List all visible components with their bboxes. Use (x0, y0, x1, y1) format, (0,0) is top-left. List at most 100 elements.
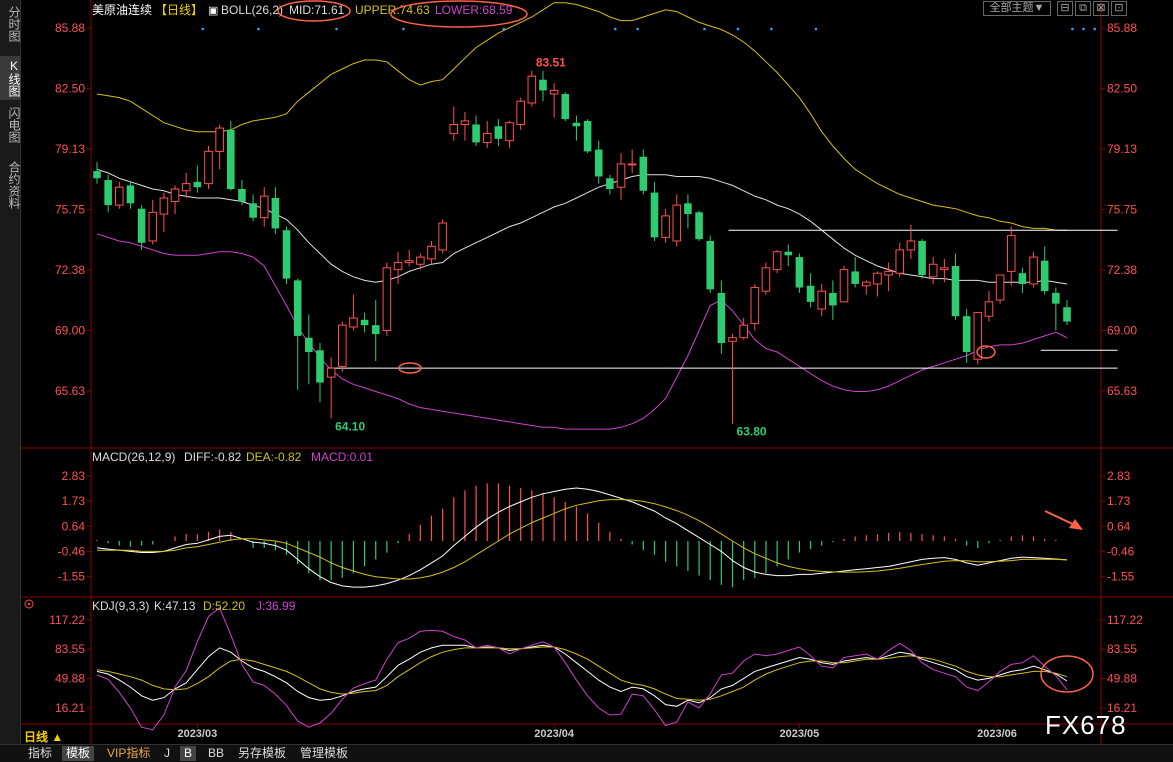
tab-bb[interactable]: BB (204, 746, 228, 761)
candle-body-up (895, 249, 905, 274)
candle-body-down (806, 285, 815, 302)
watermark-logo: FX678 (1045, 710, 1127, 740)
right-tick-label: 1.73 (1107, 494, 1131, 508)
tab-save-template[interactable]: 另存模板 (234, 746, 290, 761)
signal-marker (1093, 27, 1097, 31)
boll-upper: UPPER:74.63 (355, 3, 430, 17)
candle-body-down (962, 316, 971, 353)
left-tick-label: 117.22 (49, 613, 85, 627)
candle-body-down (249, 203, 257, 218)
tab-flash[interactable]: 闪电图 (0, 103, 21, 147)
signal-marker (736, 27, 740, 31)
period-selector[interactable]: 日线 ▲ (24, 728, 63, 745)
kdj-settings-icon-dot (27, 602, 31, 606)
tab-indicators[interactable]: 指标 (24, 746, 56, 761)
right-tick-label: 72.38 (1107, 263, 1137, 277)
price-annotation: 63.80 (737, 425, 767, 439)
x-tick-label: 2023/03 (177, 728, 217, 740)
candle-body-up (862, 281, 871, 287)
left-tick-label: 79.13 (55, 142, 85, 156)
candle-body-up (739, 324, 748, 339)
left-tick-label: 1.73 (62, 494, 86, 508)
candle-body-down (594, 149, 603, 177)
left-tick-label: 72.38 (55, 263, 85, 277)
macd-label: MACD(26,12,9) (92, 450, 175, 464)
macd-value: MACD:0.01 (311, 450, 373, 464)
candle-body-up (772, 251, 782, 271)
candle-body-down (650, 192, 659, 238)
candle-body-down (784, 251, 793, 256)
signal-marker (335, 27, 338, 31)
right-tick-label: 65.63 (1107, 384, 1137, 398)
signal-marker (402, 27, 405, 31)
instrument-title: 美原油连续 (92, 2, 152, 17)
x-tick-label: 2023/05 (780, 728, 820, 740)
candle-body-up (326, 367, 336, 378)
left-tick-label: 16.21 (55, 701, 85, 715)
layout-button-1[interactable]: ⊟ (1057, 1, 1073, 16)
tab-b[interactable]: B (180, 746, 197, 761)
left-tick-label: 75.75 (55, 203, 85, 217)
candle-body-up (449, 124, 459, 134)
left-tick-label: 0.64 (62, 519, 86, 533)
candle-body-up (181, 183, 191, 192)
left-tick-label: 49.88 (55, 672, 85, 686)
candle-body-down (829, 292, 837, 306)
candle-body-down (316, 350, 324, 383)
candle-body-up (884, 270, 893, 276)
candle-body-up (627, 163, 637, 166)
candle-body-down (851, 271, 859, 284)
candle-body-up (839, 269, 849, 303)
candle-body-up (728, 337, 737, 342)
theme-select[interactable]: 全部主题▼ (983, 1, 1051, 16)
candle-body-up (661, 215, 670, 238)
left-tick-label: -1.55 (58, 570, 86, 584)
tab-contract-info[interactable]: 合约资料 (0, 156, 21, 214)
layout-button-4[interactable]: ⊡ (1111, 1, 1127, 16)
candle-body-up (460, 120, 470, 125)
candle-body-up (204, 150, 213, 185)
right-tick-label: 85.88 (1107, 21, 1137, 35)
signal-marker (1082, 27, 1085, 31)
candle-body-down (104, 180, 112, 206)
candle-body-down (572, 122, 581, 127)
tab-intraday[interactable]: 分时图 (0, 4, 21, 44)
chart-area: 83.51 64.10 63.80 85.88 85.88 82.50 82.50 79.1… (21, 0, 1173, 744)
layout-button-2[interactable]: ⧉ (1075, 1, 1091, 16)
signal-marker (257, 27, 260, 31)
candle-body-up (906, 240, 916, 251)
boll-lower: LOWER:68.59 (435, 3, 513, 17)
tab-templates[interactable]: 模板 (62, 746, 95, 761)
candle-body-down (371, 325, 380, 335)
candle-body-up (159, 197, 169, 215)
macd-diff: DIFF:-0.82 (184, 450, 242, 464)
tab-manage-templates[interactable]: 管理模板 (296, 746, 352, 761)
right-tick-label: 83.55 (1107, 642, 1137, 656)
candle-body-down (472, 124, 480, 143)
candle-body-up (672, 204, 682, 242)
candle-body-down (539, 79, 547, 91)
candle-body-down (360, 319, 369, 326)
tab-kline[interactable]: K线图 (0, 56, 21, 100)
tab-vip-indicators[interactable]: VIP指标 (103, 746, 154, 761)
signal-marker (636, 27, 639, 31)
layout-button-3[interactable]: ⊠ (1093, 1, 1109, 16)
right-tick-label: 75.75 (1107, 203, 1137, 217)
candle-body-down (1040, 260, 1049, 292)
candle-body-down (282, 230, 291, 279)
candle-body-up (393, 261, 403, 271)
macd-dea: DEA:-0.82 (246, 450, 302, 464)
candle-body-down (1018, 273, 1027, 284)
signal-marker (814, 27, 818, 31)
candle-body-up (438, 222, 447, 251)
candle-body-down (639, 156, 648, 191)
boll-label: BOLL(26,2) (221, 3, 283, 17)
candle-body-down (193, 181, 202, 188)
signal-marker (201, 27, 205, 31)
candle-body-down (717, 292, 726, 344)
candle-body-up (516, 100, 525, 126)
left-tick-label: 85.88 (55, 21, 85, 35)
right-tick-label: 49.88 (1107, 672, 1137, 686)
tab-j[interactable]: J (160, 746, 174, 761)
candle-body-down (93, 171, 101, 179)
